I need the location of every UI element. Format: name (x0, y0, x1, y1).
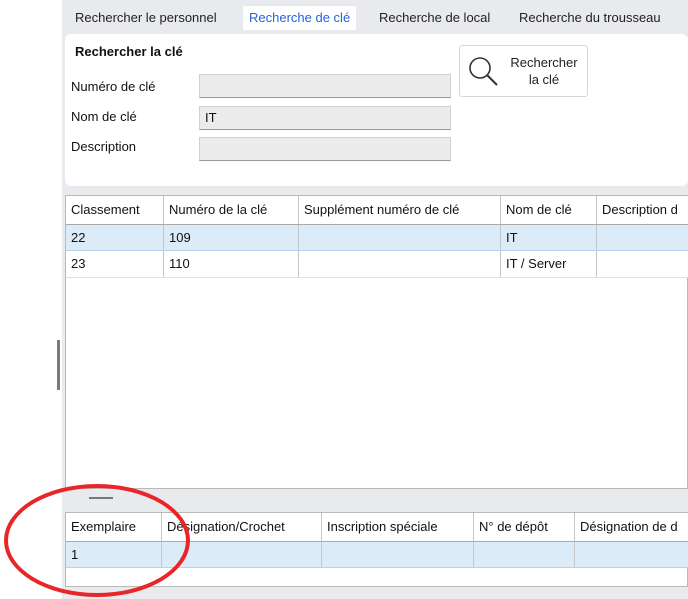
description-label: Description (71, 139, 137, 154)
key-number-input[interactable] (199, 74, 451, 98)
cell-exemplaire: 1 (66, 542, 162, 567)
column-header-inscription-speciale[interactable]: Inscription spéciale (322, 513, 474, 541)
cell-depot-number (474, 542, 575, 567)
left-panel-grip[interactable] (57, 340, 60, 390)
column-header-key-number[interactable]: Numéro de la clé (164, 196, 299, 224)
magnifier-icon (469, 57, 498, 86)
search-key-button-label: Rechercher la clé (510, 55, 578, 87)
column-header-designation-crochet[interactable]: Désignation/Crochet (162, 513, 322, 541)
cell-key-number-supplement (299, 251, 501, 277)
cell-description (597, 251, 688, 277)
cell-key-number-supplement (299, 225, 501, 250)
column-header-depot-number[interactable]: N° de dépôt (474, 513, 575, 541)
cell-classement: 23 (66, 251, 164, 277)
cell-description (597, 225, 688, 250)
panel-title: Rechercher la clé (75, 44, 183, 59)
column-header-classement[interactable]: Classement (66, 196, 164, 224)
cell-key-name: IT / Server (501, 251, 597, 277)
table-row[interactable]: 23 110 IT / Server (66, 251, 688, 278)
table-row[interactable]: 1 (66, 542, 688, 568)
tab-recherche-trousseau[interactable]: Recherche du trousseau (513, 6, 667, 30)
search-key-button[interactable]: Rechercher la clé (459, 45, 588, 97)
column-header-key-name[interactable]: Nom de clé (501, 196, 597, 224)
copies-table-header: Exemplaire Désignation/Crochet Inscripti… (66, 513, 688, 542)
cell-key-name: IT (501, 225, 597, 250)
cell-classement: 22 (66, 225, 164, 250)
key-number-label: Numéro de clé (71, 79, 156, 94)
tab-recherche-cle[interactable]: Recherche de clé (243, 6, 357, 30)
column-header-description[interactable]: Description d (597, 196, 688, 224)
copies-table: Exemplaire Désignation/Crochet Inscripti… (65, 512, 688, 587)
splitter-handle[interactable] (89, 497, 113, 499)
cell-key-number: 110 (164, 251, 299, 277)
description-input[interactable] (199, 137, 451, 161)
key-name-input[interactable]: IT (199, 106, 451, 130)
keys-table: Classement Numéro de la clé Supplément n… (65, 195, 688, 489)
tab-recherche-local[interactable]: Recherche de local (373, 6, 496, 30)
column-header-key-number-supplement[interactable]: Supplément numéro de clé (299, 196, 501, 224)
keys-table-header: Classement Numéro de la clé Supplément n… (66, 196, 688, 225)
cell-key-number: 109 (164, 225, 299, 250)
table-row[interactable]: 22 109 IT (66, 225, 688, 251)
cell-designation-de (575, 542, 688, 567)
cell-inscription-speciale (322, 542, 474, 567)
tab-rechercher-personnel[interactable]: Rechercher le personnel (69, 6, 223, 30)
column-header-exemplaire[interactable]: Exemplaire (66, 513, 162, 541)
cell-designation-crochet (162, 542, 322, 567)
column-header-designation-de[interactable]: Désignation de d (575, 513, 688, 541)
key-name-label: Nom de clé (71, 109, 137, 124)
